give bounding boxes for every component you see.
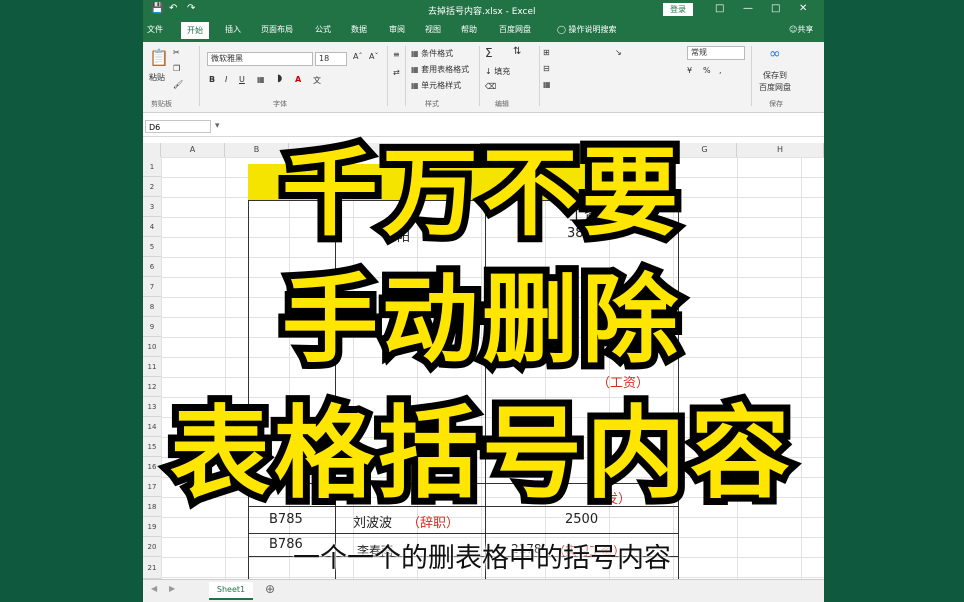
- cut-icon[interactable]: ✂: [173, 48, 180, 57]
- paste-button[interactable]: 粘贴: [149, 72, 165, 83]
- tab-formulas[interactable]: 公式: [315, 24, 331, 35]
- align-icon[interactable]: ≡: [393, 50, 400, 59]
- share-button[interactable]: ☺共享: [789, 24, 813, 35]
- scroll-left-icon[interactable]: ◀: [151, 584, 157, 593]
- insert-cells-icon[interactable]: ⊞: [543, 48, 550, 57]
- tab-page-layout[interactable]: 页面布局: [261, 24, 293, 35]
- ribbon-home: 📋 粘贴 ✂ ❐ 🖌 剪贴板 微软雅黑 18 Aˆ Aˇ B I U ▦ ◗ A…: [143, 42, 824, 113]
- number-group-launcher[interactable]: ↘: [615, 48, 622, 57]
- phonetic-icon[interactable]: 文: [313, 75, 321, 86]
- login-button[interactable]: 登录: [663, 3, 693, 16]
- editing-group-label: 编辑: [495, 100, 509, 108]
- tab-insert[interactable]: 插入: [225, 24, 241, 35]
- sort-filter-icon[interactable]: ⇅: [513, 46, 521, 57]
- redo-icon[interactable]: ↷: [187, 3, 195, 14]
- comma-icon[interactable]: ,: [719, 66, 722, 75]
- delete-cells-icon[interactable]: ⊟: [543, 64, 550, 73]
- maximize-icon[interactable]: □: [771, 3, 780, 14]
- close-icon[interactable]: ✕: [799, 3, 807, 14]
- minimize-icon[interactable]: —: [743, 3, 753, 14]
- add-sheet-icon[interactable]: ⊕: [265, 582, 275, 596]
- tab-home[interactable]: 开始: [181, 22, 209, 39]
- tab-file[interactable]: 文件: [147, 24, 163, 35]
- tab-baidu-disk[interactable]: 百度网盘: [499, 24, 531, 35]
- autosum-icon[interactable]: Σ: [485, 46, 493, 60]
- document-title: 去掉括号内容.xlsx - Excel: [428, 7, 536, 17]
- clear-icon[interactable]: ⌫: [485, 82, 496, 91]
- title-bar: 💾 ↶ ↷ 去掉括号内容.xlsx - Excel 登录 □ — □ ✕: [143, 0, 824, 20]
- headline-line-1: 千万不要: [275, 130, 685, 256]
- borders-icon[interactable]: ▦: [257, 75, 265, 84]
- baidu-cloud-icon[interactable]: ∞: [769, 46, 781, 62]
- cell-style-icon: ▦: [411, 81, 419, 90]
- format-as-table-button[interactable]: ▦ 套用表格格式: [411, 64, 469, 75]
- cell-styles-button[interactable]: ▦ 单元格样式: [411, 80, 461, 91]
- sheet-tab-bar: ◀ ▶ Sheet1 ⊕: [143, 579, 824, 602]
- save-icon[interactable]: 💾: [151, 3, 163, 14]
- font-size-dropdown[interactable]: 18: [315, 52, 347, 66]
- currency-icon[interactable]: ¥: [687, 66, 692, 75]
- font-color-icon[interactable]: A: [295, 75, 301, 84]
- fill-down-icon: ↓: [485, 67, 492, 76]
- percent-icon[interactable]: %: [703, 66, 711, 75]
- fill-button[interactable]: ↓ 填充: [485, 66, 510, 77]
- lightbulb-icon: ◯: [557, 25, 566, 34]
- format-painter-icon[interactable]: 🖌: [173, 80, 183, 89]
- copy-icon[interactable]: ❐: [173, 64, 180, 73]
- font-group-label: 字体: [273, 100, 287, 108]
- undo-icon[interactable]: ↶: [169, 3, 177, 14]
- sheet-tab-sheet1[interactable]: Sheet1: [209, 582, 253, 600]
- conditional-format-button[interactable]: ▦ 条件格式: [411, 48, 453, 59]
- format-cells-icon[interactable]: ▦: [543, 80, 551, 89]
- italic-button[interactable]: I: [225, 75, 227, 84]
- styles-group-label: 样式: [425, 100, 439, 108]
- ribbon-options-icon[interactable]: □: [715, 3, 724, 14]
- number-format-dropdown[interactable]: 常规: [687, 46, 745, 60]
- headline-line-3: 表格括号内容: [163, 388, 797, 519]
- underline-button[interactable]: U: [239, 75, 245, 84]
- baidu-disk-label[interactable]: 百度网盘: [759, 82, 791, 93]
- grow-font-icon[interactable]: Aˆ: [353, 52, 362, 61]
- bold-button[interactable]: B: [209, 75, 215, 84]
- video-subtitle: 一个一个的删表格中的括号内容: [293, 543, 671, 574]
- clipboard-group-label: 剪贴板: [151, 100, 172, 108]
- save-group-label: 保存: [769, 100, 783, 108]
- table-icon: ▦: [411, 65, 419, 74]
- ribbon-tabs: 文件 开始 插入 页面布局 公式 数据 审阅 视图 帮助 百度网盘 ◯ 操作说明…: [143, 20, 824, 42]
- font-name-dropdown[interactable]: 微软雅黑: [207, 52, 313, 66]
- tell-me-search[interactable]: ◯ 操作说明搜索: [557, 24, 617, 35]
- headline-line-2: 手动删除: [275, 257, 685, 383]
- tab-data[interactable]: 数据: [351, 24, 367, 35]
- tab-help[interactable]: 帮助: [461, 24, 477, 35]
- save-to-label[interactable]: 保存到: [763, 70, 787, 81]
- paste-icon[interactable]: 📋: [149, 48, 169, 67]
- tab-view[interactable]: 视图: [425, 24, 441, 35]
- fill-color-icon[interactable]: ◗: [277, 73, 282, 84]
- conditional-format-icon: ▦: [411, 49, 419, 58]
- wrap-icon[interactable]: ⇄: [393, 68, 400, 77]
- tab-review[interactable]: 审阅: [389, 24, 405, 35]
- row-header[interactable]: 19: [143, 517, 161, 537]
- shrink-font-icon[interactable]: Aˇ: [369, 52, 378, 61]
- scroll-right-icon[interactable]: ▶: [169, 584, 175, 593]
